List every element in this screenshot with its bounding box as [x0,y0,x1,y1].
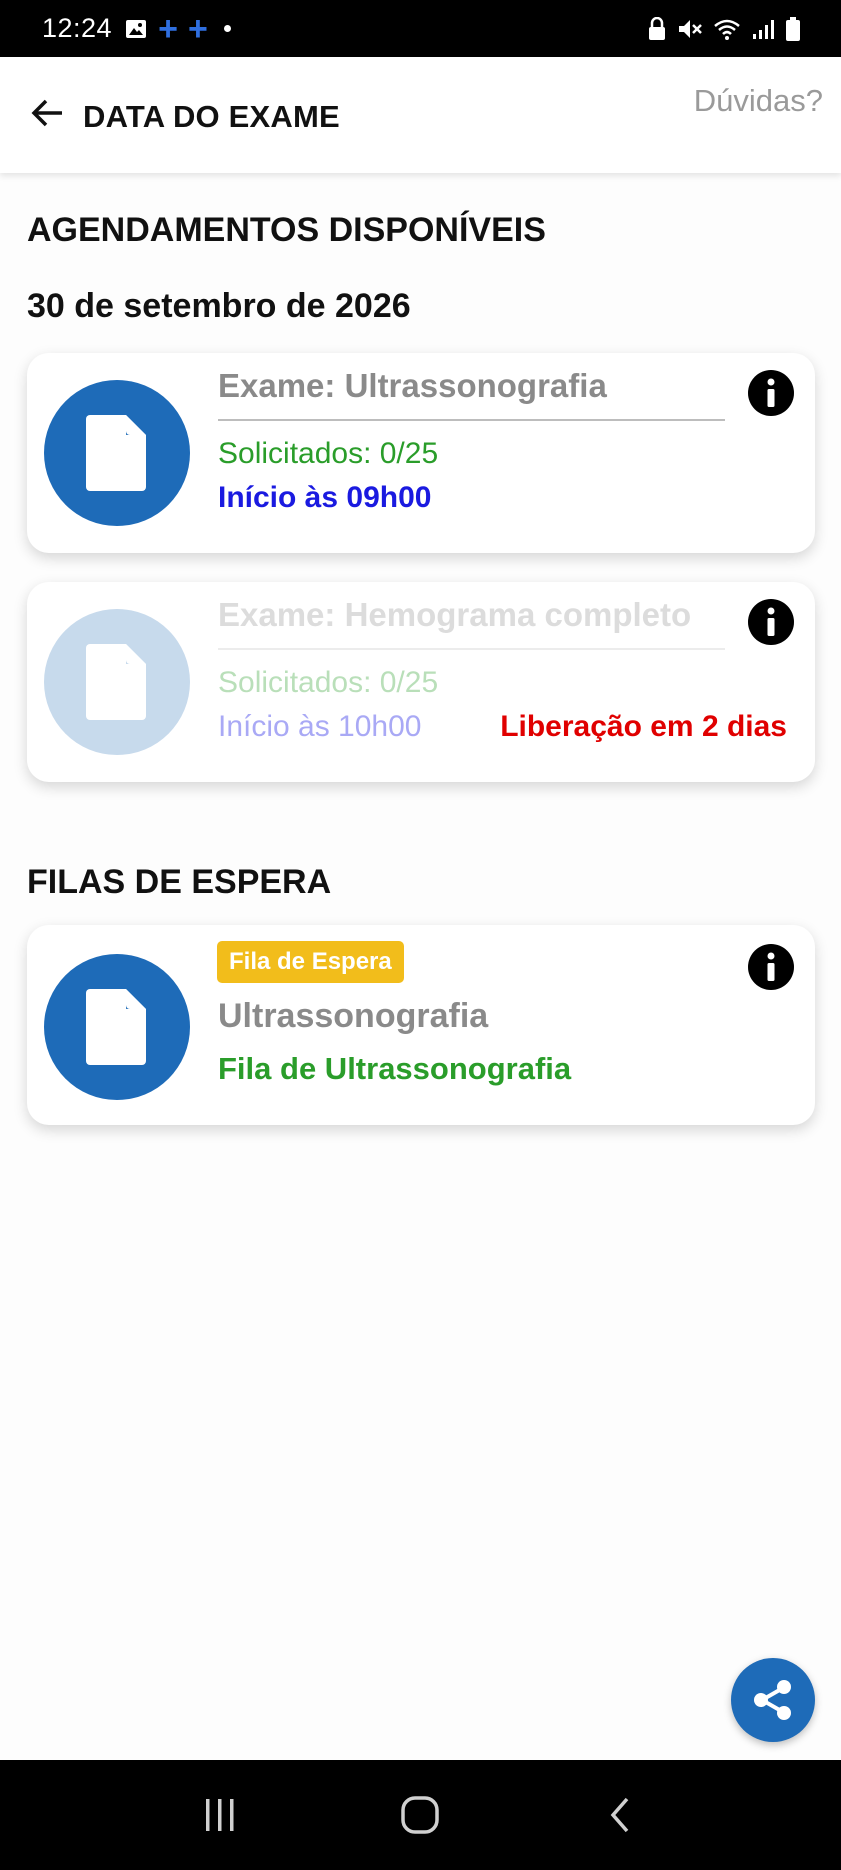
document-avatar [44,609,190,755]
share-icon [754,1680,791,1720]
recent-apps-button[interactable] [190,1785,250,1845]
status-right [647,16,801,42]
dot-icon [223,25,231,32]
card-divider [218,648,725,650]
app-header: DATA DO EXAME Dúvidas? [0,57,841,173]
wifi-icon [714,19,740,40]
start-time: Início às 10h00 [218,710,422,743]
status-icons-left: + + [124,12,231,46]
info-icon[interactable] [747,369,795,417]
queue-label: Fila de Ultrassonografia [218,1051,572,1086]
queue-exam-name: Ultrassonografia [218,997,489,1035]
image-icon [126,19,147,38]
plus-icon: + [187,9,208,48]
help-link[interactable]: Dúvidas? [694,83,823,119]
queue-badge: Fila de Espera [217,941,404,983]
chevron-left-icon [610,1797,629,1833]
system-nav-bar [0,1760,841,1870]
battery-icon [786,16,800,41]
home-icon [401,1796,440,1834]
card-divider [218,419,725,421]
document-icon [86,644,146,720]
lock-icon [649,16,665,40]
plus-icon: + [158,9,178,48]
signal-icon [753,19,774,39]
back-arrow-icon[interactable] [30,95,66,131]
share-button[interactable] [731,1658,815,1742]
exam-card-hemograma[interactable]: Exame: Hemograma completo Solicitados: 0… [27,582,815,782]
queue-card-ultrassonografia[interactable]: Fila de Espera Ultrassonografia Fila de … [27,925,815,1125]
exam-card-ultrassonografia[interactable]: Exame: Ultrassonografia Solicitados: 0/2… [27,353,815,553]
exam-title: Exame: Hemograma completo [218,596,692,633]
requested-count: Solicitados: 0/25 [218,666,439,699]
status-time: 12:24 [42,13,113,43]
release-notice: Liberação em 2 dias [500,710,787,743]
requested-count: Solicitados: 0/25 [218,437,439,470]
main-content: AGENDAMENTOS DISPONÍVEIS 30 de setembro … [0,173,841,1760]
home-button[interactable] [390,1785,450,1845]
status-bar: 12:24 + + [0,0,841,57]
document-icon [86,989,146,1065]
page-title: DATA DO EXAME [83,99,340,134]
status-left: 12:24 + + [42,12,231,46]
document-avatar [44,954,190,1100]
exam-title: Exame: Ultrassonografia [218,367,607,404]
mute-icon [679,19,702,38]
start-time: Início às 09h00 [218,481,432,514]
available-section-title: AGENDAMENTOS DISPONÍVEIS [27,211,546,249]
info-icon[interactable] [747,943,795,991]
exam-date: 30 de setembro de 2026 [27,287,411,325]
info-icon[interactable] [747,598,795,646]
document-icon [86,415,146,491]
back-button[interactable] [591,1785,651,1845]
recent-apps-icon [206,1799,234,1831]
queues-section-title: FILAS DE ESPERA [27,863,332,901]
document-avatar [44,380,190,526]
